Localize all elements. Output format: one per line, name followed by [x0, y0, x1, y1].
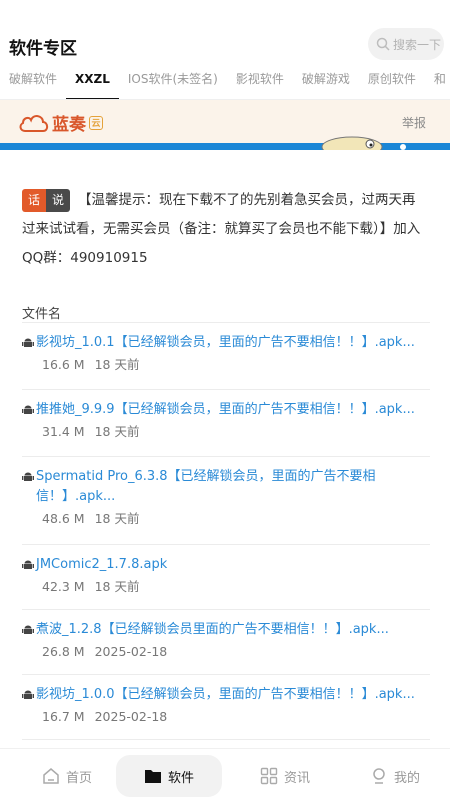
file-name-link[interactable]: JMComic2_1.7.8.apk: [22, 555, 430, 575]
mascot-image: [321, 136, 406, 150]
file-item[interactable]: JMComic2_1.7.8.apk 42.3 M 18 天前: [22, 545, 430, 610]
file-item[interactable]: 影视坊_1.0.0【已经解锁会员，里面的广告不要相信！！】.apk... 16.…: [22, 675, 430, 740]
file-time: 18 天前: [94, 511, 140, 526]
tab-xxzl[interactable]: XXZL: [66, 62, 119, 99]
android-icon: [22, 625, 34, 634]
file-meta: 42.3 M 18 天前: [22, 577, 430, 597]
home-icon: [43, 768, 59, 784]
file-name-link[interactable]: 影视坊_1.0.0【已经解锁会员，里面的广告不要相信！！】.apk...: [22, 685, 430, 705]
file-name-link[interactable]: Spermatid Pro_6.3.8【已经解锁会员，里面的广告不要相信！】.a…: [22, 467, 430, 507]
brand-badge-icon: 云: [89, 115, 103, 130]
file-time: 18 天前: [94, 579, 140, 594]
file-list: 影视坊_1.0.1【已经解锁会员，里面的广告不要相信！！】.apk... 16.…: [22, 322, 430, 740]
file-item[interactable]: 推推她_9.9.9【已经解锁会员，里面的广告不要相信！！】.apk... 31.…: [22, 390, 430, 457]
report-link[interactable]: 举报: [402, 114, 426, 131]
tag-shuo: 说: [46, 188, 71, 212]
file-size: 16.7 M: [42, 709, 85, 724]
brand-name: 蓝奏: [52, 115, 86, 135]
grid-icon: [260, 767, 278, 785]
top-bar: 软件专区 搜索一下: [0, 0, 450, 62]
file-meta: 48.6 M 18 天前: [22, 509, 430, 529]
tab-ios-software[interactable]: IOS软件(未签名): [119, 62, 227, 99]
page-title: 软件专区: [9, 39, 77, 59]
lanzou-banner: 蓝奏 云 举报: [0, 100, 450, 150]
file-name-link[interactable]: 影视坊_1.0.1【已经解锁会员，里面的广告不要相信！！】.apk...: [22, 333, 430, 353]
notice-text: 话说【温馨提示：现在下载不了的先别着急买会员，过两天再过来试试看，无需买会员（备…: [22, 186, 422, 273]
search-placeholder: 搜索一下: [393, 37, 442, 52]
file-meta: 26.8 M 2025-02-18: [22, 642, 430, 662]
file-name-link[interactable]: 推推她_9.9.9【已经解锁会员，里面的广告不要相信！！】.apk...: [22, 400, 430, 420]
nav-software[interactable]: 软件: [116, 755, 222, 797]
file-item[interactable]: 影视坊_1.0.1【已经解锁会员，里面的广告不要相信！！】.apk... 16.…: [22, 323, 430, 390]
tab-original-software[interactable]: 原创软件: [359, 62, 425, 99]
file-size: 26.8 M: [42, 644, 85, 659]
user-icon: [373, 768, 385, 784]
android-icon: [22, 405, 34, 414]
notice-body: 【温馨提示：现在下载不了的先别着急买会员，过两天再过来试试看，无需买会员（备注：…: [22, 192, 421, 266]
file-size: 31.4 M: [42, 424, 85, 439]
nav-mine[interactable]: 我的: [350, 755, 440, 797]
tab-crack-software[interactable]: 破解软件: [0, 62, 66, 99]
file-meta: 16.7 M 2025-02-18: [22, 707, 430, 727]
file-meta: 31.4 M 18 天前: [22, 422, 430, 442]
file-size: 48.6 M: [42, 511, 85, 526]
android-icon: [22, 690, 34, 699]
folder-icon: [144, 770, 161, 783]
tab-video-software[interactable]: 影视软件: [227, 62, 293, 99]
bottom-nav: 首页 软件 资讯 我的: [0, 748, 450, 800]
tag-hua: 话: [22, 188, 47, 212]
file-name-link[interactable]: 煮波_1.2.8【已经解锁会员里面的广告不要相信！！】.apk...: [22, 620, 430, 640]
file-meta: 16.6 M 18 天前: [22, 355, 430, 375]
lanzou-logo: 蓝奏 云: [18, 110, 103, 135]
file-time: 18 天前: [94, 424, 140, 439]
android-icon: [22, 560, 34, 569]
tab-crack-games[interactable]: 破解游戏: [293, 62, 359, 99]
android-icon: [22, 338, 34, 347]
file-time: 2025-02-18: [94, 709, 168, 724]
file-list-header: 文件名: [22, 307, 62, 322]
file-item[interactable]: Spermatid Pro_6.3.8【已经解锁会员，里面的广告不要相信！】.a…: [22, 457, 430, 545]
file-time: 2025-02-18: [94, 644, 168, 659]
category-tabs: 破解软件 XXZL IOS软件(未签名) 影视软件 破解游戏 原创软件 和: [0, 62, 450, 100]
cloud-icon: [19, 114, 49, 132]
tab-more[interactable]: 和: [425, 62, 450, 99]
file-time: 18 天前: [94, 357, 140, 372]
file-size: 42.3 M: [42, 579, 85, 594]
file-item[interactable]: 煮波_1.2.8【已经解锁会员里面的广告不要相信！！】.apk... 26.8 …: [22, 610, 430, 675]
file-size: 16.6 M: [42, 357, 85, 372]
nav-news[interactable]: 资讯: [240, 755, 330, 797]
android-icon: [22, 472, 34, 481]
search-icon: [376, 37, 390, 51]
search-input[interactable]: 搜索一下: [368, 28, 444, 60]
nav-home[interactable]: 首页: [22, 755, 112, 797]
